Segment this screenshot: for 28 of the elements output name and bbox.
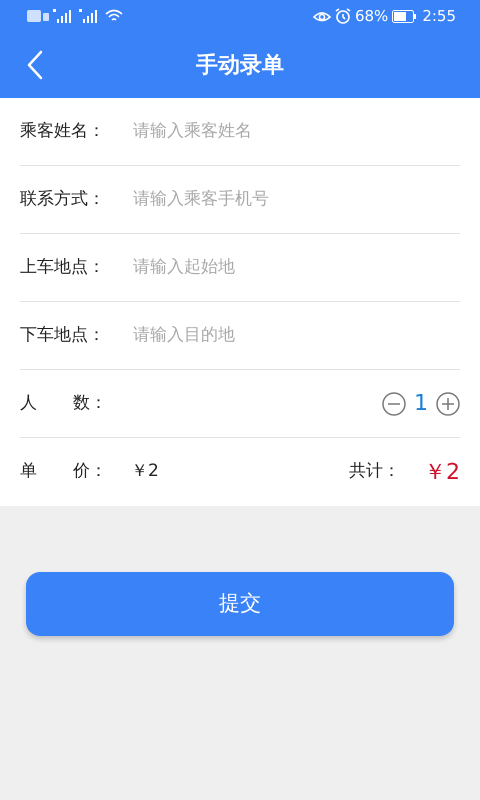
hd-icon <box>27 10 49 22</box>
field-label: 人 <box>20 392 37 415</box>
minus-icon[interactable] <box>382 392 406 416</box>
plus-icon[interactable] <box>436 392 460 416</box>
submit-button[interactable]: 提交 <box>26 572 454 636</box>
battery-text: 68% <box>354 6 388 27</box>
field-label: 下车地点： <box>20 324 106 347</box>
field-label: 数： <box>73 392 107 415</box>
field-label: 乘客姓名： <box>20 120 106 143</box>
eye-icon <box>312 9 331 23</box>
page-title: 手动录单 <box>196 52 284 80</box>
clock-text: 2:55 <box>422 6 456 27</box>
total-label: 共计： <box>349 460 400 484</box>
count-value: 1 <box>414 390 428 418</box>
input-field[interactable]: 请输入起始地 <box>133 254 460 280</box>
field-label: 单 <box>20 460 37 484</box>
field-label: 上车地点： <box>20 256 106 279</box>
input-field[interactable]: 请输入乘客姓名 <box>133 118 460 144</box>
field-label: 联系方式： <box>20 188 106 211</box>
battery-icon <box>392 10 418 22</box>
field-label: 价： <box>73 460 107 484</box>
total-price: ￥2 <box>424 458 460 486</box>
input-field[interactable]: 请输入乘客手机号 <box>133 186 460 212</box>
back-icon[interactable] <box>26 50 44 80</box>
unit-price: ￥2 <box>131 460 159 484</box>
input-field[interactable]: 请输入目的地 <box>133 322 460 348</box>
alarm-icon <box>334 8 351 24</box>
wifi-icon <box>105 9 123 23</box>
